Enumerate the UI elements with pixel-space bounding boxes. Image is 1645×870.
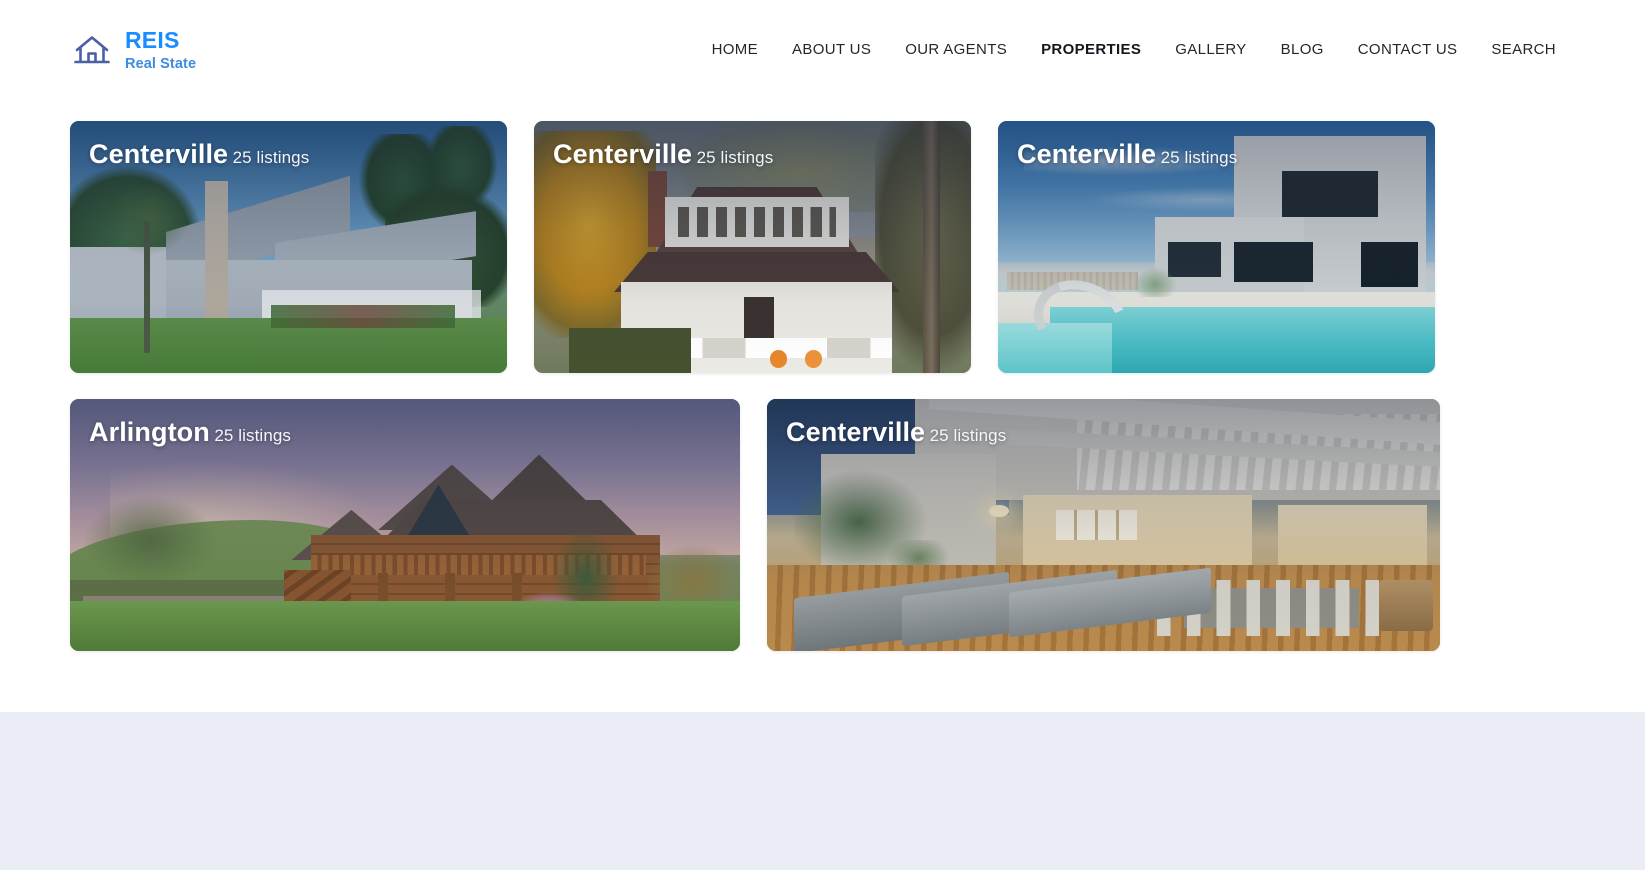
locality-listing-count: 25 listings xyxy=(214,426,292,445)
locality-caption: Arlington 25 listings xyxy=(89,417,721,448)
locality-listing-count: 25 listings xyxy=(929,426,1007,445)
locality-listing-count: 25 listings xyxy=(696,148,774,167)
house-icon xyxy=(70,28,114,72)
locality-row-1: Centerville 25 listings Centerville 25 l… xyxy=(70,121,1575,373)
locality-card[interactable]: Centerville 25 listings xyxy=(998,121,1435,373)
locality-title: Centerville xyxy=(553,139,693,169)
locality-card[interactable]: Arlington 25 listings xyxy=(70,399,740,651)
nav-item-contact-us[interactable]: CONTACT US xyxy=(1341,35,1475,64)
brand-logo[interactable]: REIS Real State xyxy=(70,26,197,72)
locality-title: Centerville xyxy=(1017,139,1157,169)
brand-title: REIS xyxy=(125,26,180,53)
locality-row-2: Arlington 25 listings Centerville 25 lis… xyxy=(70,399,1575,651)
nav-item-search[interactable]: SEARCH xyxy=(1474,35,1573,64)
locality-caption: Centerville 25 listings xyxy=(1017,139,1416,170)
site-header: REIS Real State HOME ABOUT US OUR AGENTS… xyxy=(0,0,1645,99)
nav-item-home[interactable]: HOME xyxy=(695,35,775,64)
locality-grid: Centerville 25 listings Centerville 25 l… xyxy=(0,99,1645,651)
nav-item-about-us[interactable]: ABOUT US xyxy=(775,35,888,64)
nav-item-our-agents[interactable]: OUR AGENTS xyxy=(888,35,1024,64)
locality-title: Centerville xyxy=(89,139,229,169)
locality-listing-count: 25 listings xyxy=(1160,148,1238,167)
locality-card[interactable]: Centerville 25 listings xyxy=(534,121,971,373)
nav-item-gallery[interactable]: GALLERY xyxy=(1158,35,1263,64)
locality-title: Arlington xyxy=(89,417,210,447)
locality-title: Centerville xyxy=(786,417,926,447)
nav-item-properties[interactable]: PROPERTIES xyxy=(1024,35,1158,64)
locality-caption: Centerville 25 listings xyxy=(553,139,952,170)
locality-caption: Centerville 25 listings xyxy=(786,417,1421,448)
brand-text: REIS Real State xyxy=(125,26,197,72)
locality-listing-count: 25 listings xyxy=(232,148,310,167)
main-navigation: HOME ABOUT US OUR AGENTS PROPERTIES GALL… xyxy=(695,35,1573,64)
footer-band xyxy=(0,712,1645,870)
brand-subtitle: Real State xyxy=(125,55,197,72)
locality-caption: Centerville 25 listings xyxy=(89,139,488,170)
locality-card[interactable]: Centerville 25 listings xyxy=(70,121,507,373)
nav-item-blog[interactable]: BLOG xyxy=(1264,35,1341,64)
locality-card[interactable]: Centerville 25 listings xyxy=(767,399,1440,651)
